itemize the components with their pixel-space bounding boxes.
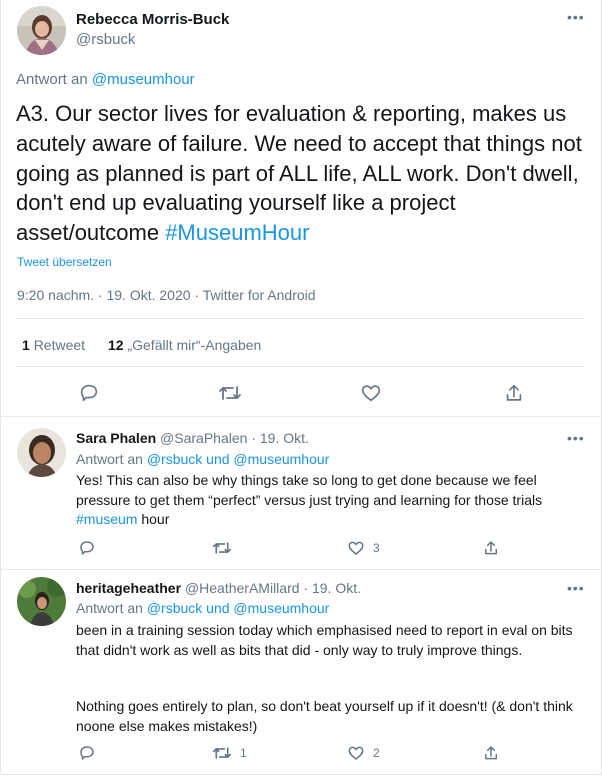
retweet-count: 1 [240, 746, 247, 760]
more-icon[interactable]: ••• [567, 9, 585, 25]
heart-icon[interactable] [347, 744, 365, 762]
heart-icon[interactable] [347, 539, 365, 557]
retweet-stat[interactable]: 1 Retweet [22, 337, 85, 353]
like-label: „Gefällt mir“-Angaben [127, 337, 262, 353]
share-icon[interactable] [503, 382, 525, 404]
more-icon[interactable]: ••• [567, 580, 585, 596]
like-action[interactable]: 2 [347, 744, 380, 762]
divider [16, 318, 585, 319]
reply-to-link[interactable]: @rsbuck und @museumhour [147, 600, 330, 616]
hashtag-link[interactable]: #MuseumHour [165, 220, 309, 245]
heart-icon[interactable] [360, 382, 382, 404]
reply-author-name[interactable]: heritageheather [76, 580, 181, 596]
like-count: 2 [373, 746, 380, 760]
avatar[interactable] [17, 6, 66, 55]
divider [16, 366, 585, 367]
hashtag-link[interactable]: #museum [76, 511, 137, 527]
reply-text: been in a training session today which e… [76, 622, 573, 658]
reply-text: Yes! This can also be why things take so… [76, 471, 592, 530]
more-icon[interactable]: ••• [567, 430, 585, 446]
reply-date[interactable]: · 19. Okt. [303, 580, 361, 596]
like-count: 3 [373, 541, 380, 555]
reply-author-handle[interactable]: @SaraPhalen [160, 430, 247, 446]
reply-date[interactable]: · 19. Okt. [251, 430, 309, 446]
retweet-icon[interactable] [212, 744, 232, 762]
avatar[interactable] [17, 577, 66, 626]
retweet-icon[interactable] [212, 539, 232, 557]
like-stat[interactable]: 12 „Gefällt mir“-Angaben [108, 337, 261, 353]
reply-icon[interactable] [78, 382, 100, 404]
reply-prefix: Antwort an [16, 71, 92, 88]
reply-context: Antwort an @museumhour [16, 71, 195, 88]
share-icon[interactable] [482, 744, 500, 762]
retweet-action[interactable]: 1 [212, 744, 247, 762]
share-icon[interactable] [482, 539, 500, 557]
like-action[interactable]: 3 [347, 539, 380, 557]
reply-to-link[interactable]: @rsbuck und @museumhour [147, 451, 330, 467]
retweet-count: 1 [22, 337, 30, 353]
retweet-label: Retweet [33, 337, 86, 353]
reply-icon[interactable] [78, 539, 96, 557]
reply-body-end: hour [137, 511, 170, 528]
avatar[interactable] [17, 428, 66, 477]
divider [0, 416, 600, 417]
translate-link[interactable]: Tweet übersetzen [17, 255, 112, 269]
reply-text: Nothing goes entirely to plan, so don't … [76, 698, 573, 734]
retweet-icon[interactable] [218, 382, 242, 404]
author-handle[interactable]: @rsbuck [76, 31, 135, 48]
reply-header: heritageheather @HeatherAMillard · 19. O… [76, 580, 361, 596]
reply-header: Sara Phalen @SaraPhalen · 19. Okt. [76, 430, 309, 446]
tweet-meta: 9:20 nachm. · 19. Okt. 2020 · Twitter fo… [17, 287, 316, 303]
reply-context: Antwort an @rsbuck und @museumhour [76, 600, 329, 616]
author-name[interactable]: Rebecca Morris-Buck [76, 11, 229, 28]
reply-author-handle[interactable]: @HeatherAMillard [185, 580, 300, 596]
reply-prefix: Antwort an [76, 600, 147, 616]
reply-context: Antwort an @rsbuck und @museumhour [76, 451, 329, 467]
reply-icon[interactable] [78, 744, 96, 762]
reply-to-link[interactable]: @museumhour [92, 71, 195, 88]
like-count: 12 [108, 337, 124, 353]
tweet-text: A3. Our sector lives for evaluation & re… [16, 99, 591, 248]
divider [0, 569, 600, 570]
reply-author-name[interactable]: Sara Phalen [76, 430, 156, 446]
reply-body: Yes! This can also be why things take so… [76, 472, 543, 508]
reply-prefix: Antwort an [76, 451, 147, 467]
